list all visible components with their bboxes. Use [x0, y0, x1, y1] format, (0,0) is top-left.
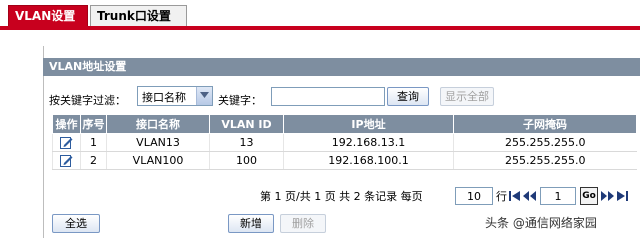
- tab-vlan-settings[interactable]: VLAN设置: [8, 5, 88, 27]
- row-index: 1: [80, 133, 107, 152]
- table-header-row: 操作 序号 接口名称 VLAN ID IP地址 子网掩码: [52, 114, 637, 134]
- show-all-button[interactable]: 显示全部: [440, 87, 494, 106]
- header-ip-address: IP地址: [283, 114, 454, 134]
- filter-field-select[interactable]: 接口名称: [137, 86, 213, 106]
- query-button[interactable]: 查询: [387, 87, 429, 106]
- tab-trunk-settings[interactable]: Trunk口设置: [90, 5, 187, 27]
- edit-icon[interactable]: [60, 136, 73, 150]
- select-all-button[interactable]: 全选: [52, 214, 100, 233]
- page-number-input[interactable]: [540, 187, 576, 205]
- prev-page-icon[interactable]: [523, 191, 536, 201]
- tab-underline: [0, 26, 640, 30]
- filter-label: 按关键字过滤：: [49, 94, 126, 107]
- header-subnet-mask: 子网掩码: [453, 114, 637, 134]
- vlan-table: 操作 序号 接口名称 VLAN ID IP地址 子网掩码 1 VLAN13 13…: [52, 114, 637, 170]
- row-vlan-id: 100: [209, 151, 284, 170]
- row-subnet-mask: 255.255.255.0: [453, 151, 637, 170]
- pager-summary: 第 1 页/共 1 页 共 2 条记录 每页: [260, 190, 423, 203]
- per-page-input[interactable]: [455, 187, 493, 205]
- edit-cell[interactable]: [52, 151, 81, 170]
- row-ip-address: 192.168.13.1: [283, 133, 454, 152]
- last-page-icon[interactable]: [617, 191, 628, 201]
- row-interface-name: VLAN100: [106, 151, 210, 170]
- row-index: 2: [80, 151, 107, 170]
- per-page-unit: 行: [496, 190, 507, 203]
- tab-bar: VLAN设置 Trunk口设置: [0, 0, 640, 30]
- keyword-input[interactable]: [271, 87, 385, 106]
- first-page-icon[interactable]: [509, 191, 520, 201]
- keyword-label: 关键字：: [218, 94, 262, 107]
- next-page-icon[interactable]: [601, 191, 614, 201]
- watermark: 头条 @通信网络家园: [485, 216, 597, 230]
- dropdown-arrow-icon[interactable]: [196, 87, 212, 105]
- row-vlan-id: 13: [209, 133, 284, 152]
- filter-field-value: 接口名称: [142, 91, 186, 104]
- header-index: 序号: [80, 114, 107, 134]
- edit-cell[interactable]: [52, 133, 81, 152]
- delete-button[interactable]: 删除: [280, 214, 326, 233]
- row-subnet-mask: 255.255.255.0: [453, 133, 637, 152]
- table-row[interactable]: 2 VLAN100 100 192.168.100.1 255.255.255.…: [52, 151, 637, 170]
- section-title: VLAN地址设置: [43, 58, 640, 76]
- header-operation: 操作: [52, 114, 81, 134]
- header-vlan-id: VLAN ID: [209, 114, 284, 134]
- header-interface-name: 接口名称: [106, 114, 210, 134]
- add-button[interactable]: 新增: [228, 214, 274, 233]
- row-ip-address: 192.168.100.1: [283, 151, 454, 170]
- go-button[interactable]: Go: [580, 187, 598, 205]
- row-interface-name: VLAN13: [106, 133, 210, 152]
- table-row[interactable]: 1 VLAN13 13 192.168.13.1 255.255.255.0: [52, 133, 637, 152]
- edit-icon[interactable]: [60, 154, 73, 168]
